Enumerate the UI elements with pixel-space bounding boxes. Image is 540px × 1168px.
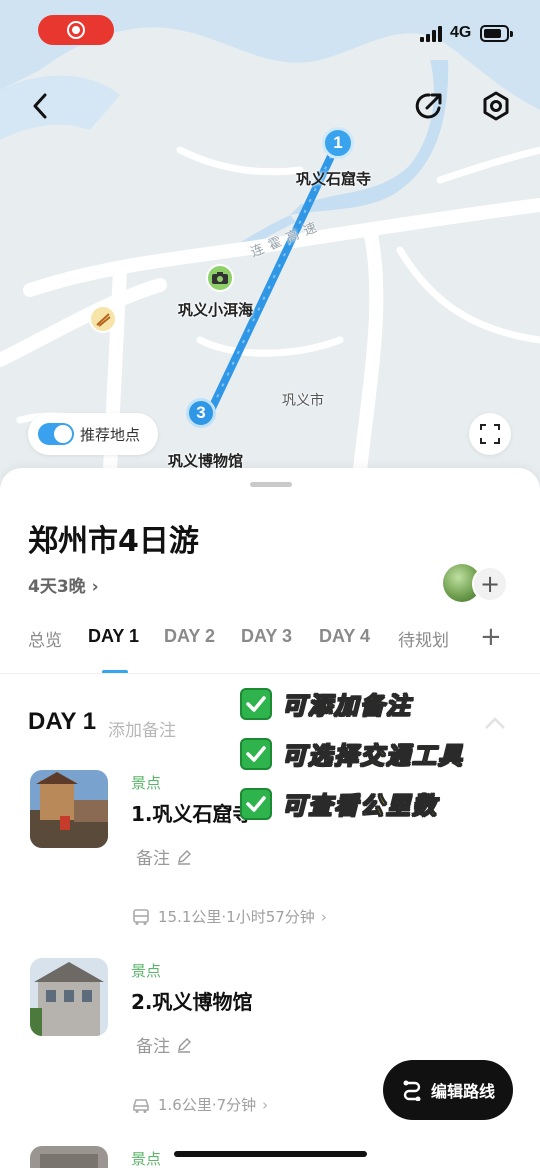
status-bar: 4G — [0, 0, 540, 66]
poi-scenic-label: 巩义小洱海 — [178, 301, 254, 319]
spot-thumbnail — [30, 770, 108, 848]
drag-handle[interactable] — [250, 482, 292, 487]
poi-scenic[interactable] — [206, 264, 234, 292]
spot-tag: 景点 — [131, 1150, 162, 1168]
gear-icon — [483, 91, 509, 121]
checkmark-icon — [240, 687, 272, 720]
poi-food[interactable] — [89, 305, 117, 333]
tab-overview[interactable]: 总览 — [28, 626, 62, 651]
map-pin-1-label: 巩义石窟寺 — [296, 170, 372, 188]
tab-day-1[interactable]: DAY 1 — [88, 626, 139, 647]
map-pin-1[interactable]: 1 — [322, 127, 354, 159]
spot-tag: 景点 — [131, 962, 162, 980]
chopsticks-icon — [96, 313, 111, 327]
share-icon — [415, 93, 442, 119]
back-arrow-icon — [33, 93, 47, 119]
trip-duration[interactable]: 4天3晚 › — [28, 572, 99, 597]
transit-segment[interactable]: 15.1公里·1小时57分钟 › — [132, 906, 327, 927]
overlay-caption: 可查看公里数 — [240, 786, 438, 821]
camera-icon — [212, 272, 228, 284]
home-indicator[interactable] — [174, 1151, 367, 1157]
fullscreen-icon — [480, 424, 500, 444]
share-button[interactable] — [409, 86, 449, 126]
tab-unplanned[interactable]: 待规划 — [398, 626, 449, 651]
signal-icon — [420, 26, 442, 42]
spot-name[interactable]: 1.巩义石窟寺 — [131, 798, 253, 827]
tab-day-4[interactable]: DAY 4 — [319, 626, 370, 647]
back-button[interactable] — [20, 86, 60, 126]
bus-icon — [133, 908, 149, 925]
pencil-icon — [178, 1037, 191, 1053]
route-icon — [403, 1080, 421, 1101]
edit-route-label: 编辑路线 — [430, 1082, 495, 1101]
overlay-text: 可添加备注 — [282, 692, 412, 721]
checkmark-icon — [240, 787, 272, 820]
map-view[interactable]: 4G 1 巩义石窟寺 巩义小洱海 连霍高速 巩义市 3 巩义博物馆 推荐地点 — [0, 0, 540, 500]
spot-thumbnail — [30, 1146, 108, 1168]
recommend-places-label: 推荐地点 — [80, 425, 141, 444]
checkmark-icon — [240, 737, 272, 770]
spot-tag: 景点 — [131, 774, 162, 792]
chevron-up-icon[interactable] — [484, 716, 506, 730]
divider — [0, 673, 540, 674]
day-note-input[interactable]: 添加备注 — [108, 716, 176, 741]
add-member-button[interactable]: + — [472, 566, 508, 602]
day-title: DAY 1 — [28, 708, 97, 735]
toggle-switch[interactable] — [38, 423, 74, 445]
transit-segment[interactable]: 1.6公里·7分钟 › — [132, 1094, 268, 1115]
pencil-icon — [178, 849, 191, 865]
tab-day-2[interactable]: DAY 2 — [164, 626, 215, 647]
day-tabs: 总览 DAY 1 DAY 2 DAY 3 DAY 4 待规划 + — [28, 622, 512, 674]
overlay-caption: 可添加备注 — [240, 686, 412, 721]
recommend-places-toggle[interactable]: 推荐地点 — [28, 413, 158, 455]
add-day-button[interactable]: + — [480, 622, 502, 652]
overlay-caption: 可选择交通工具 — [240, 736, 464, 771]
city-label: 巩义市 — [282, 393, 324, 409]
screen-recording-indicator[interactable] — [38, 15, 114, 45]
chevron-right-icon: › — [262, 1095, 269, 1114]
edit-route-button[interactable]: 编辑路线 — [383, 1060, 513, 1120]
overlay-text: 可查看公里数 — [282, 792, 438, 821]
spot-name[interactable]: 2.巩义博物馆 — [131, 986, 253, 1015]
spot-note-button[interactable]: 备注 — [136, 1032, 192, 1057]
trip-title: 郑州市4日游 — [28, 524, 199, 559]
spot-note-button[interactable]: 备注 — [136, 844, 192, 869]
tab-day-3[interactable]: DAY 3 — [241, 626, 292, 647]
overlay-text: 可选择交通工具 — [282, 742, 464, 771]
spot-item[interactable]: 景点 — [30, 1146, 510, 1168]
spot-thumbnail — [30, 958, 108, 1036]
settings-button[interactable] — [476, 86, 516, 126]
map-pin-3[interactable]: 3 — [186, 398, 216, 428]
battery-icon — [480, 25, 513, 42]
car-icon — [133, 1098, 149, 1113]
network-type: 4G — [450, 24, 472, 41]
plus-icon: + — [479, 570, 501, 598]
chevron-right-icon: › — [320, 907, 327, 926]
fullscreen-button[interactable] — [469, 413, 511, 455]
